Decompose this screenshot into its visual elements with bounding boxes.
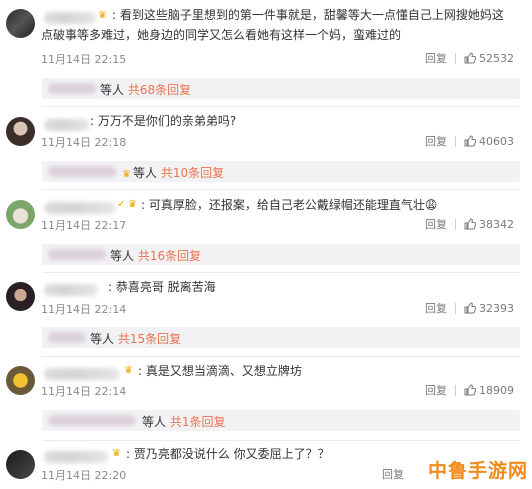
- like-count: 52532: [479, 51, 514, 65]
- username-blurred[interactable]: [44, 368, 120, 380]
- sub-replies-who: 等人: [100, 83, 125, 97]
- comment-time: 11月14日 22:18: [41, 136, 127, 149]
- crown-icon: ♛: [98, 10, 107, 21]
- comment-time: 11月14日 22:14: [41, 303, 127, 316]
- sub-replies-who: 等人: [142, 415, 167, 429]
- view-replies-link[interactable]: 共15条回复: [118, 332, 181, 346]
- avatar[interactable]: [6, 9, 35, 38]
- comment-item: ✓ ♛ : 可真厚脸，还报案，给自己老公戴绿帽还能理直气壮😩 11月14日 22…: [0, 192, 532, 273]
- site-watermark: 中鲁手游网: [427, 460, 528, 482]
- avatar[interactable]: [6, 200, 35, 229]
- comment-text: 点破事等多难过，她身边的同学又怎么看她有这样一个妈，蛮难过的: [41, 28, 402, 42]
- reply-button[interactable]: 回复: [425, 133, 447, 149]
- sub-replies-box[interactable]: 等人 共1条回复: [42, 410, 520, 431]
- like-button[interactable]: 52532: [464, 52, 514, 65]
- avatar[interactable]: [6, 366, 35, 395]
- sub-replies-summary: ♛ 等人 共10条回复: [122, 164, 224, 181]
- comment-time: 11月14日 22:14: [41, 385, 127, 398]
- sub-replies-summary: 等人 共16条回复: [110, 247, 201, 264]
- comment-text: : 可真厚脸，还报案，给自己老公戴绿帽还能理直气壮😩: [141, 198, 438, 212]
- sub-replies-summary: 等人 共15条回复: [90, 330, 181, 347]
- crown-icon: ♛: [128, 199, 137, 210]
- username-blurred[interactable]: [44, 12, 96, 24]
- username-blurred[interactable]: [44, 284, 98, 296]
- thumbs-up-icon: [464, 302, 476, 314]
- comment-item: ♛ : 真是又想当滴滴、又想立牌坊 11月14日 22:14 回复 18909 …: [0, 358, 532, 441]
- comment-time: 11月14日 22:20: [41, 469, 127, 482]
- divider: [455, 135, 456, 147]
- comment-text: : 真是又想当滴滴、又想立牌坊: [138, 364, 302, 378]
- sub-replies-who: 等人: [90, 332, 115, 346]
- reply-button[interactable]: 回复: [382, 466, 404, 482]
- like-button[interactable]: 40603: [464, 135, 514, 148]
- divider: [42, 272, 520, 273]
- sub-replies-box[interactable]: 等人 共15条回复: [42, 327, 520, 348]
- sub-username-blurred: [48, 415, 136, 426]
- view-replies-link[interactable]: 共1条回复: [170, 415, 226, 429]
- view-replies-link[interactable]: 共68条回复: [128, 83, 191, 97]
- reply-button[interactable]: 回复: [425, 382, 447, 398]
- like-button[interactable]: 38342: [464, 218, 514, 231]
- like-count: 40603: [479, 134, 514, 148]
- divider: [455, 384, 456, 396]
- sub-replies-summary: 等人 共1条回复: [142, 413, 225, 430]
- sub-replies-box[interactable]: ♛ 等人 共10条回复: [42, 161, 520, 182]
- reply-button[interactable]: 回复: [425, 50, 447, 66]
- avatar[interactable]: [6, 450, 35, 479]
- crown-icon: ♛: [124, 365, 133, 376]
- sub-replies-who: 等人: [110, 249, 135, 263]
- like-count: 18909: [479, 383, 514, 397]
- like-count: 38342: [479, 217, 514, 231]
- crown-icon: ♛: [112, 448, 121, 459]
- thumbs-up-icon: [464, 218, 476, 230]
- view-replies-link[interactable]: 共10条回复: [161, 166, 224, 180]
- comment-actions: 回复 52532: [425, 50, 514, 66]
- like-button[interactable]: 32393: [464, 302, 514, 315]
- comment-item: : 万万不是你们的亲弟弟吗? 11月14日 22:18 回复 40603 ♛ 等人…: [0, 108, 532, 190]
- comment-actions: 回复 32393: [425, 300, 514, 316]
- comment-text: : 看到这些脑子里想到的第一件事就是，甜馨等大一点懂自己上网搜她妈这: [112, 8, 504, 22]
- comment-text: : 万万不是你们的亲弟弟吗?: [90, 114, 237, 128]
- sub-replies-summary: 等人 共68条回复: [100, 81, 191, 98]
- comment-item: : 恭喜亮哥 脱离苦海 11月14日 22:14 回复 32393 等人 共15…: [0, 274, 532, 357]
- comment-time: 11月14日 22:15: [41, 53, 127, 66]
- view-replies-link[interactable]: 共16条回复: [138, 249, 201, 263]
- divider: [455, 52, 456, 64]
- comment-time: 11月14日 22:17: [41, 219, 127, 232]
- sub-username-blurred: [48, 249, 106, 260]
- crown-icon: ♛: [122, 169, 131, 180]
- vip-check-icon: ✓: [117, 199, 126, 210]
- comment-actions: 回复: [382, 466, 412, 482]
- like-count: 32393: [479, 301, 514, 315]
- divider: [42, 189, 520, 190]
- reply-button[interactable]: 回复: [425, 216, 447, 232]
- sub-username-blurred: [48, 166, 116, 177]
- comment-actions: 回复 38342: [425, 216, 514, 232]
- sub-replies-box[interactable]: 等人 共16条回复: [42, 244, 520, 265]
- reply-button[interactable]: 回复: [425, 300, 447, 316]
- divider: [455, 302, 456, 314]
- comment-text: : 贾乃亮都没说什么 你又委屈上了？？: [126, 447, 330, 461]
- divider: [42, 356, 520, 357]
- divider: [42, 106, 520, 107]
- sub-replies-box[interactable]: 等人 共68条回复: [42, 78, 520, 99]
- comment-actions: 回复 40603: [425, 133, 514, 149]
- username-blurred[interactable]: [44, 202, 116, 214]
- divider: [455, 218, 456, 230]
- sub-username-blurred: [48, 332, 86, 343]
- username-blurred[interactable]: [44, 119, 90, 131]
- comment-item: ♛ : 看到这些脑子里想到的第一件事就是，甜馨等大一点懂自己上网搜她妈这 点破事…: [0, 0, 532, 110]
- comment-actions: 回复 18909: [425, 382, 514, 398]
- thumbs-up-icon: [464, 384, 476, 396]
- like-button[interactable]: 18909: [464, 384, 514, 397]
- avatar[interactable]: [6, 117, 35, 146]
- username-blurred[interactable]: [44, 451, 108, 463]
- sub-username-blurred: [48, 83, 96, 94]
- sub-replies-who: 等人: [132, 166, 157, 180]
- comment-text: : 恭喜亮哥 脱离苦海: [108, 280, 216, 294]
- thumbs-up-icon: [464, 52, 476, 64]
- thumbs-up-icon: [464, 135, 476, 147]
- avatar[interactable]: [6, 282, 35, 311]
- divider: [42, 440, 520, 441]
